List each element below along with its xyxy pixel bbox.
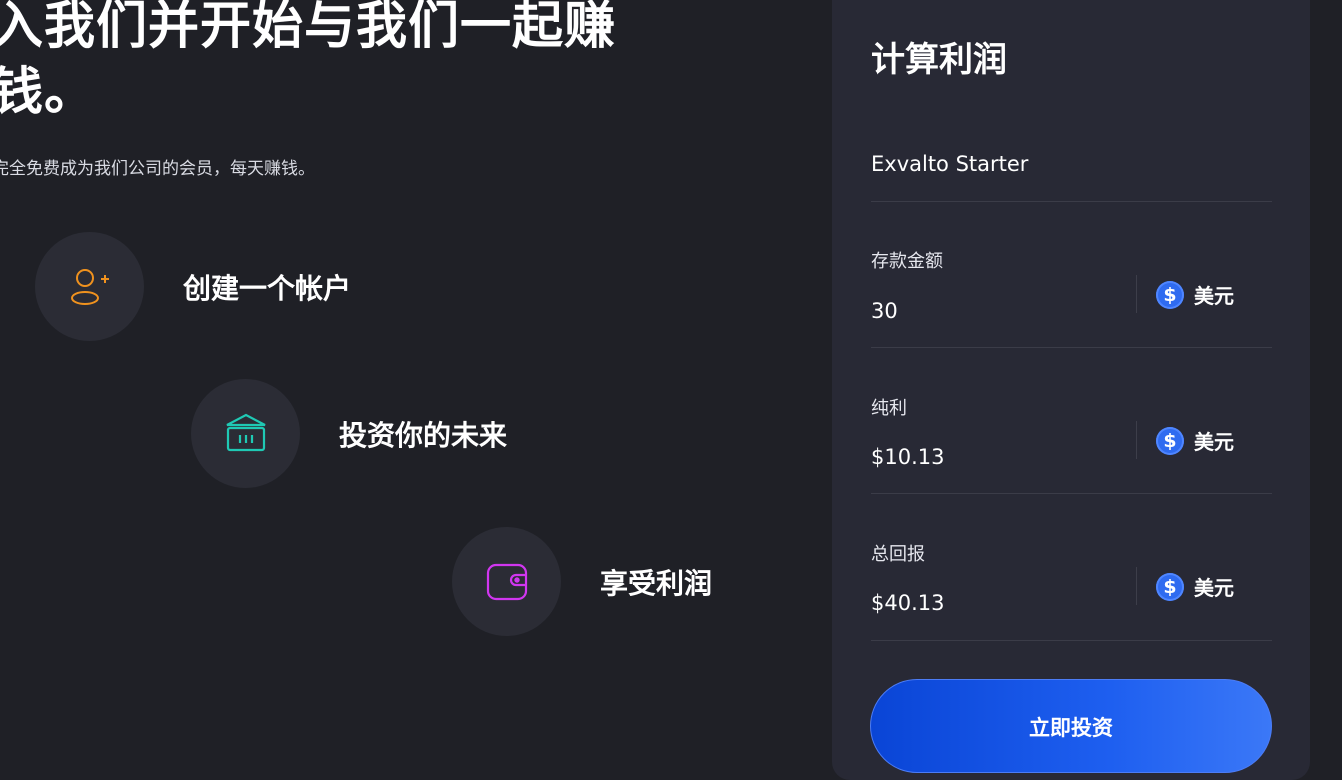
step-enjoy-profit: 享受利润	[452, 527, 712, 636]
total-return-currency-select[interactable]: $ 美元	[1156, 572, 1234, 601]
wallet-icon	[486, 563, 527, 600]
currency-label: 美元	[1194, 576, 1234, 600]
divider	[871, 201, 1272, 202]
step-icon-circle	[35, 232, 144, 341]
step-icon-circle	[191, 379, 300, 488]
hero-subtext: 完全免费成为我们公司的会员，每天赚钱。	[0, 159, 315, 179]
calculator-title: 计算利润	[871, 40, 1007, 80]
bank-icon	[225, 413, 266, 451]
profit-calculator-panel: 计算利润 Exvalto Starter 存款金额 30 $ 美元 纯利 $10…	[832, 0, 1310, 780]
field-separator	[1136, 567, 1137, 605]
currency-label: 美元	[1194, 430, 1234, 454]
divider	[871, 640, 1272, 641]
step-invest-future: 投资你的未来	[191, 379, 507, 488]
plan-select[interactable]: Exvalto Starter	[871, 152, 1028, 176]
step-label: 投资你的未来	[339, 418, 508, 452]
field-separator	[1136, 421, 1137, 459]
dollar-icon: $	[1156, 280, 1184, 309]
net-profit-currency-select[interactable]: $ 美元	[1156, 426, 1234, 455]
deposit-amount-input[interactable]: 30	[871, 299, 898, 323]
step-icon-circle	[452, 527, 561, 636]
hero-headline: 入我们并开始与我们一起赚钱。	[0, 0, 617, 122]
deposit-amount-label: 存款金额	[871, 251, 943, 272]
invest-now-button[interactable]: 立即投资	[870, 679, 1272, 773]
divider	[871, 493, 1272, 494]
divider	[871, 347, 1272, 348]
net-profit-label: 纯利	[871, 398, 907, 419]
dollar-icon: $	[1156, 572, 1184, 601]
user-add-icon	[70, 268, 109, 305]
net-profit-value: $10.13	[871, 445, 945, 469]
step-create-account: 创建一个帐户	[35, 232, 351, 341]
total-return-value: $40.13	[871, 591, 945, 615]
total-return-label: 总回报	[871, 544, 925, 565]
currency-label: 美元	[1194, 284, 1234, 308]
deposit-currency-select[interactable]: $ 美元	[1156, 280, 1234, 309]
field-separator	[1136, 275, 1137, 313]
step-label: 享受利润	[600, 566, 713, 600]
step-label: 创建一个帐户	[183, 271, 352, 305]
dollar-icon: $	[1156, 426, 1184, 455]
